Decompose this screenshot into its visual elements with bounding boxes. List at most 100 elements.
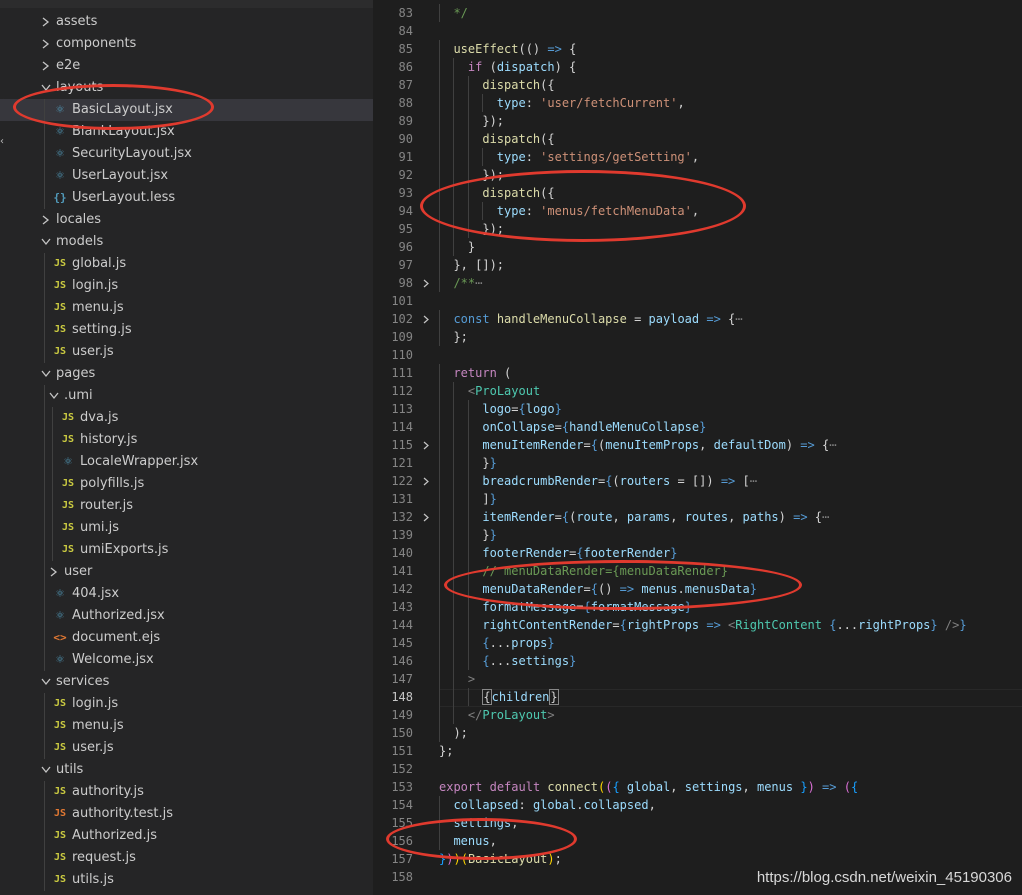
tree-folder[interactable]: locales	[0, 209, 373, 231]
code-line[interactable]: 157}))(BasicLayout);	[373, 850, 1022, 868]
code-line[interactable]: 156 menus,	[373, 832, 1022, 850]
code-line[interactable]: 148 {children}	[373, 688, 1022, 706]
code-line[interactable]: 139 }}	[373, 526, 1022, 544]
code-editor[interactable]: 83 */84 85 useEffect(() => {86 if (dispat…	[373, 0, 1022, 895]
code-line[interactable]: 101	[373, 292, 1022, 310]
tree-file[interactable]: JS user.js	[0, 341, 373, 363]
tree-folder[interactable]: components	[0, 33, 373, 55]
code-line[interactable]: 98 /**⋯	[373, 274, 1022, 292]
tree-file[interactable]: JS global.js	[0, 253, 373, 275]
tree-folder[interactable]: pages	[0, 363, 373, 385]
code-line[interactable]: 90 dispatch({	[373, 130, 1022, 148]
tree-file[interactable]: ⚛ UserLayout.jsx	[0, 165, 373, 187]
tree-folder[interactable]: e2e	[0, 55, 373, 77]
tree-file[interactable]: JS dva.js	[0, 407, 373, 429]
tree-file[interactable]: JS menu.js	[0, 715, 373, 737]
code-line[interactable]: 84	[373, 22, 1022, 40]
tree-file[interactable]: JS umi.js	[0, 517, 373, 539]
tree-file[interactable]: JS authority.js	[0, 781, 373, 803]
code-line[interactable]: 109 };	[373, 328, 1022, 346]
code-line[interactable]: 151};	[373, 742, 1022, 760]
code-line[interactable]: 132 itemRender={(route, params, routes, …	[373, 508, 1022, 526]
code-line[interactable]: 152	[373, 760, 1022, 778]
chevron-down-icon[interactable]	[40, 363, 52, 385]
tree-file[interactable]: ⚛ Authorized.jsx	[0, 605, 373, 627]
code-line[interactable]: 111 return (	[373, 364, 1022, 382]
chevron-right-icon[interactable]	[40, 55, 52, 77]
code-line[interactable]: 141 // menuDataRender={menuDataRender}	[373, 562, 1022, 580]
chevron-right-icon[interactable]	[48, 561, 60, 583]
tree-file[interactable]: JS login.js	[0, 693, 373, 715]
tree-folder[interactable]: services	[0, 671, 373, 693]
tree-file[interactable]: {} UserLayout.less	[0, 187, 373, 209]
tree-file[interactable]: <> document.ejs	[0, 627, 373, 649]
code-line[interactable]: 115 menuItemRender={(menuItemProps, defa…	[373, 436, 1022, 454]
tree-folder[interactable]: utils	[0, 759, 373, 781]
chevron-down-icon[interactable]	[40, 671, 52, 693]
tree-folder[interactable]: user	[0, 561, 373, 583]
code-line[interactable]: 102 const handleMenuCollapse = payload =…	[373, 310, 1022, 328]
tree-folder[interactable]: .umi	[0, 385, 373, 407]
code-line[interactable]: 94 type: 'menus/fetchMenuData',	[373, 202, 1022, 220]
code-line[interactable]: 154 collapsed: global.collapsed,	[373, 796, 1022, 814]
chevron-down-icon[interactable]	[48, 385, 60, 407]
code-line[interactable]: 85 useEffect(() => {	[373, 40, 1022, 58]
code-line[interactable]: 110	[373, 346, 1022, 364]
tree-file[interactable]: JS utils.js	[0, 869, 373, 891]
code-line[interactable]: 150 );	[373, 724, 1022, 742]
tree-file[interactable]: JS menu.js	[0, 297, 373, 319]
tree-file[interactable]: JS authority.test.js	[0, 803, 373, 825]
code-line[interactable]: 153 export default connect(({ global, set…	[373, 778, 1022, 796]
tree-folder[interactable]: assets	[0, 11, 373, 33]
code-line[interactable]: 143 formatMessage={formatMessage}	[373, 598, 1022, 616]
tree-file[interactable]: JS request.js	[0, 847, 373, 869]
tree-file[interactable]: ⚛ LocaleWrapper.jsx	[0, 451, 373, 473]
tree-file[interactable]: JS login.js	[0, 275, 373, 297]
code-line[interactable]: 93 dispatch({	[373, 184, 1022, 202]
chevron-down-icon[interactable]	[40, 231, 52, 253]
code-line[interactable]: 140 footerRender={footerRender}	[373, 544, 1022, 562]
code-line[interactable]: 131 ]}	[373, 490, 1022, 508]
chevron-down-icon[interactable]	[40, 77, 52, 99]
tree-file[interactable]: ⚛ BlankLayout.jsx	[0, 121, 373, 143]
tree-folder[interactable]: models	[0, 231, 373, 253]
chevron-right-icon[interactable]	[40, 11, 52, 33]
code-line[interactable]: 146 {...settings}	[373, 652, 1022, 670]
tree-file[interactable]: JS umiExports.js	[0, 539, 373, 561]
tree-file[interactable]: ⚛ BasicLayout.jsx	[0, 99, 373, 121]
code-line[interactable]: 121 }}	[373, 454, 1022, 472]
tree-file[interactable]: JS router.js	[0, 495, 373, 517]
code-line[interactable]: 88 type: 'user/fetchCurrent',	[373, 94, 1022, 112]
chevron-down-icon[interactable]	[40, 759, 52, 781]
code-line[interactable]: 149 </ProLayout>	[373, 706, 1022, 724]
tree-file[interactable]: JS user.js	[0, 737, 373, 759]
code-line[interactable]: 95 });	[373, 220, 1022, 238]
code-line[interactable]: 145 {...props}	[373, 634, 1022, 652]
code-line[interactable]: 89 });	[373, 112, 1022, 130]
chevron-right-icon[interactable]	[40, 33, 52, 55]
tree-file[interactable]: ⚛ SecurityLayout.jsx	[0, 143, 373, 165]
tree-file[interactable]: JS Authorized.js	[0, 825, 373, 847]
code-line[interactable]: 96 }	[373, 238, 1022, 256]
code-line[interactable]: 86 if (dispatch) {	[373, 58, 1022, 76]
tree-file[interactable]: ⚛ Welcome.jsx	[0, 649, 373, 671]
code-line[interactable]: 122 breadcrumbRender={(routers = []) => …	[373, 472, 1022, 490]
code-line[interactable]: 142 menuDataRender={() => menus.menusDat…	[373, 580, 1022, 598]
code-line[interactable]: 92 });	[373, 166, 1022, 184]
tree-file[interactable]: JS setting.js	[0, 319, 373, 341]
code-line[interactable]: 112 <ProLayout	[373, 382, 1022, 400]
chevron-right-icon[interactable]	[40, 209, 52, 231]
code-line[interactable]: 91 type: 'settings/getSetting',	[373, 148, 1022, 166]
tree-file[interactable]: JS polyfills.js	[0, 473, 373, 495]
code-line[interactable]: 83 */	[373, 4, 1022, 22]
code-line[interactable]: 113 logo={logo}	[373, 400, 1022, 418]
tree-file[interactable]: ⚛ 404.jsx	[0, 583, 373, 605]
code-line[interactable]: 87 dispatch({	[373, 76, 1022, 94]
code-line[interactable]: 147 >	[373, 670, 1022, 688]
code-line[interactable]: 155 settings,	[373, 814, 1022, 832]
tree-folder[interactable]: layouts	[0, 77, 373, 99]
code-line[interactable]: 144 rightContentRender={rightProps => <R…	[373, 616, 1022, 634]
code-line[interactable]: 114 onCollapse={handleMenuCollapse}	[373, 418, 1022, 436]
tree-file[interactable]: JS history.js	[0, 429, 373, 451]
code-line[interactable]: 97 }, []);	[373, 256, 1022, 274]
